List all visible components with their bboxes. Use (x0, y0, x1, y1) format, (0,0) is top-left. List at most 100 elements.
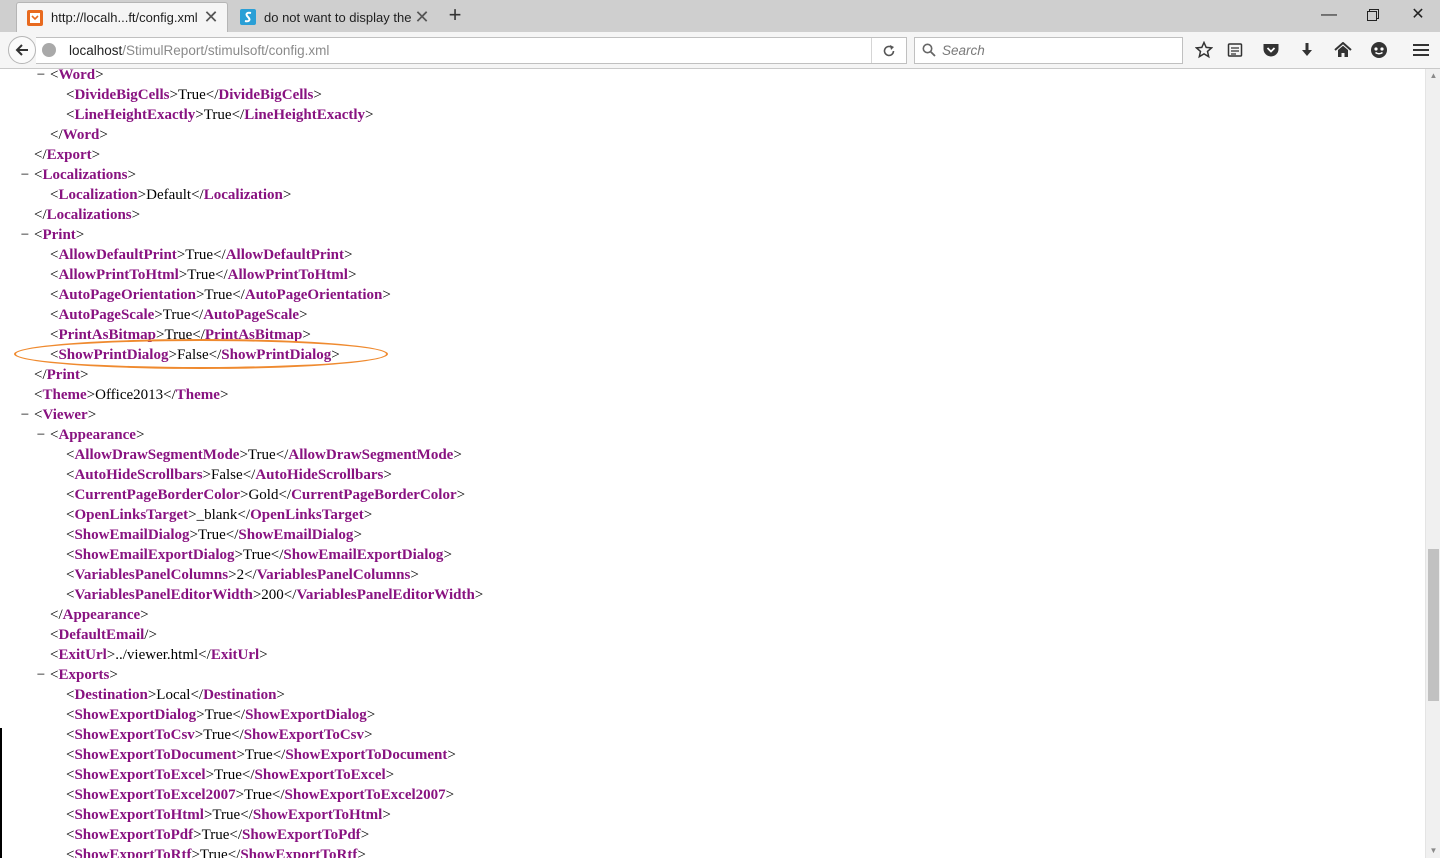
collapse-toggle-icon[interactable]: − (18, 165, 32, 185)
scroll-down-icon[interactable]: ▼ (1426, 844, 1440, 858)
highlight-ellipse (14, 339, 388, 369)
collapse-toggle-icon[interactable]: − (18, 225, 32, 245)
collapse-toggle-icon[interactable]: − (34, 425, 48, 445)
stimulsoft-icon (240, 9, 256, 25)
site-info-icon[interactable] (42, 43, 56, 57)
xml-line: <AutoPageOrientation>True</AutoPageOrien… (50, 287, 391, 303)
tag-name: ShowExportToDocument (74, 747, 237, 763)
tag-name: Viewer (42, 407, 88, 423)
tag-name: Appearance (58, 427, 136, 443)
new-tab-button[interactable]: + (444, 4, 466, 28)
xml-line: <AllowDrawSegmentMode>True</AllowDrawSeg… (66, 447, 462, 463)
tag-name: Theme (42, 387, 87, 403)
close-icon[interactable]: ✕ (1401, 4, 1435, 26)
url-bar[interactable]: localhost/StimulReport/stimulsoft/config… (36, 37, 907, 64)
xml-line: <VariablesPanelEditorWidth>200</Variable… (66, 587, 484, 603)
tag-name: Print (46, 367, 80, 383)
minimize-icon[interactable]: — (1312, 4, 1346, 26)
element-value: True (162, 307, 191, 323)
xml-line: <DivideBigCells>True</DivideBigCells> (66, 87, 322, 103)
tag-name: AutoPageScale (58, 307, 155, 323)
tag-name: ExitUrl (58, 647, 107, 663)
home-icon[interactable] (1331, 38, 1355, 62)
tag-name: ShowExportToExcel (74, 767, 206, 783)
element-value: True (203, 727, 232, 743)
close-tab-icon[interactable]: ✕ (412, 7, 432, 28)
xml-line: <AllowPrintToHtml>True</AllowPrintToHtml… (50, 267, 357, 283)
downloads-icon[interactable] (1295, 38, 1319, 62)
element-value: True (244, 747, 273, 763)
tag-name: Exports (58, 667, 110, 683)
xml-line: </Word> (50, 127, 108, 143)
element-value: True (201, 827, 230, 843)
element-value: True (199, 847, 228, 858)
tag-name: ShowExportToRtf (240, 847, 358, 858)
back-button[interactable] (8, 36, 36, 64)
tag-name: ShowExportToExcel2007 (74, 787, 236, 803)
tag-name: Export (46, 147, 92, 163)
tab-strip: http://localh...ft/config.xml ✕ do not w… (0, 0, 1440, 32)
vertical-scrollbar[interactable]: ▲ ▼ (1425, 69, 1440, 858)
xml-line: <Print> (34, 227, 85, 243)
tag-name: Localizations (46, 207, 132, 223)
tag-name: DivideBigCells (74, 87, 170, 103)
tag-name: Word (62, 127, 100, 143)
xml-line: <LineHeightExactly>True</LineHeightExact… (66, 107, 374, 123)
tag-name: LineHeightExactly (244, 107, 366, 123)
tag-name: DivideBigCells (218, 87, 314, 103)
element-value: True (214, 767, 242, 783)
search-bar[interactable]: Search (914, 37, 1183, 64)
url-text[interactable]: localhost/StimulReport/stimulsoft/config… (69, 43, 329, 58)
xml-line: <ShowExportDialog>True</ShowExportDialog… (66, 707, 376, 723)
element-value: True (212, 807, 241, 823)
tag-name: AutoHideScrollbars (255, 467, 384, 483)
xml-line: <Word> (50, 69, 104, 83)
tag-name: Print (42, 227, 76, 243)
tag-name: ShowExportToRtf (74, 847, 192, 858)
tag-name: Localization (203, 187, 283, 203)
tab-stackoverflow[interactable]: do not want to display the... ✕ (230, 2, 438, 32)
tab-title: do not want to display the... (264, 9, 412, 25)
collapse-toggle-icon[interactable]: − (34, 665, 48, 685)
collapse-toggle-icon[interactable]: − (34, 69, 48, 85)
xml-line: <Theme>Office2013</Theme> (34, 387, 229, 403)
menu-icon[interactable] (1409, 38, 1433, 62)
reading-list-icon[interactable] (1223, 38, 1247, 62)
tag-name: Destination (203, 687, 277, 703)
tab-config-xml[interactable]: http://localh...ft/config.xml ✕ (16, 2, 228, 32)
xml-line: <ShowEmailDialog>True</ShowEmailDialog> (66, 527, 362, 543)
tag-name: ShowExportToCsv (243, 727, 365, 743)
element-value: Local (156, 687, 191, 703)
xml-line: </Export> (34, 147, 101, 163)
navigation-bar: localhost/StimulReport/stimulsoft/config… (0, 32, 1440, 69)
xml-line: </Appearance> (50, 607, 149, 623)
xml-line: <Exports> (50, 667, 118, 683)
element-value: True (204, 707, 233, 723)
tag-name: ShowExportToExcel2007 (284, 787, 446, 803)
collapse-toggle-icon[interactable]: − (18, 405, 32, 425)
xml-line: <ShowExportToCsv>True</ShowExportToCsv> (66, 727, 373, 743)
tab-title: http://localh...ft/config.xml (51, 10, 198, 25)
window-edge (0, 728, 2, 858)
reload-icon[interactable] (871, 38, 906, 63)
tag-name: ShowEmailDialog (238, 527, 354, 543)
scrollbar-thumb[interactable] (1428, 549, 1439, 701)
tag-name: ShowExportToHtml (252, 807, 383, 823)
element-value: True (177, 87, 206, 103)
tag-name: AutoPageOrientation (58, 287, 196, 303)
xml-line: <ShowExportToExcel>True</ShowExportToExc… (66, 767, 395, 783)
tag-name: VariablesPanelEditorWidth (74, 587, 253, 603)
restore-icon[interactable] (1356, 4, 1390, 26)
bookmark-star-icon[interactable] (1192, 38, 1216, 62)
chat-icon[interactable] (1367, 38, 1391, 62)
element-value: True (244, 787, 272, 803)
close-tab-icon[interactable]: ✕ (201, 7, 221, 28)
element-value: False (211, 467, 243, 483)
scroll-up-icon[interactable]: ▲ (1426, 69, 1440, 83)
xml-line: <OpenLinksTarget>_blank</OpenLinksTarget… (66, 507, 373, 523)
xml-line: <Appearance> (50, 427, 145, 443)
tag-name: ShowEmailDialog (74, 527, 190, 543)
pocket-icon[interactable] (1259, 38, 1283, 62)
element-value: 200 (261, 587, 284, 603)
xml-line: <Localization>Default</Localization> (50, 187, 292, 203)
